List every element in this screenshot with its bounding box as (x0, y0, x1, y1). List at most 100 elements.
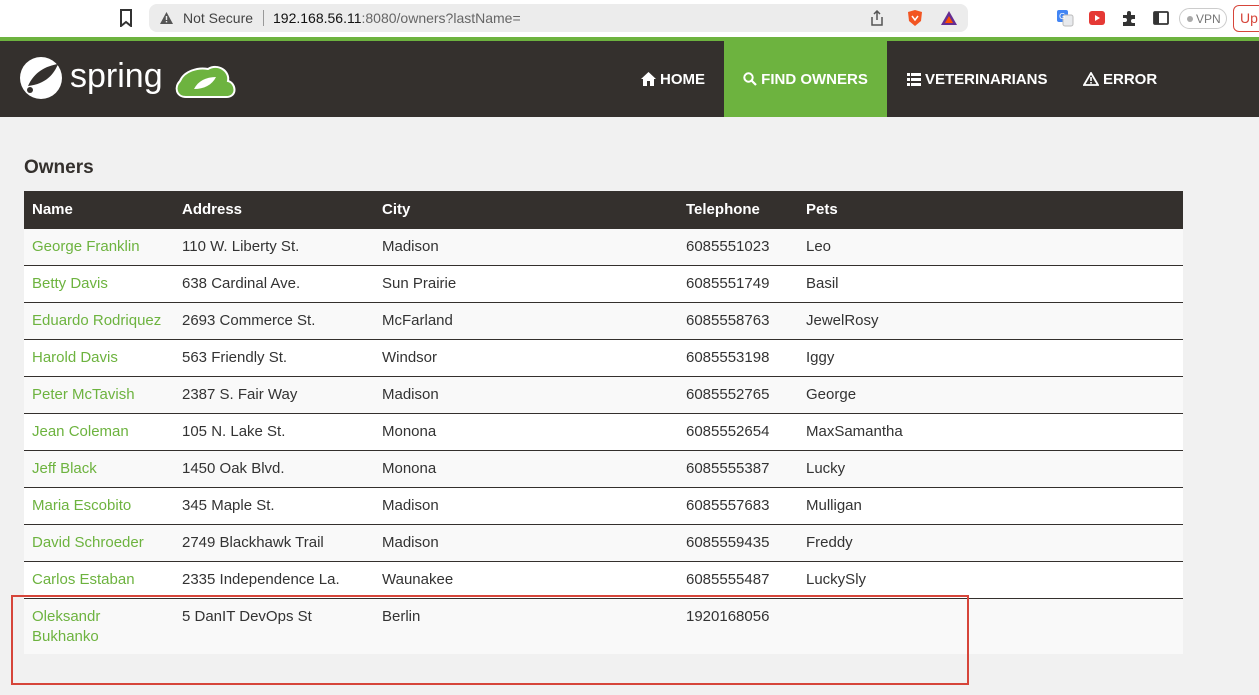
column-header-name: Name (32, 200, 73, 218)
owner-address: 2387 S. Fair Way (174, 375, 374, 413)
nav-veterinarians[interactable]: VETERINARIANS (889, 41, 1066, 117)
owner-pets: Basil (798, 264, 1183, 302)
nav-find-owners[interactable]: FIND OWNERS (724, 41, 887, 117)
owner-name-link[interactable]: Carlos Estaban (24, 560, 174, 598)
translate-icon[interactable]: G (1056, 9, 1074, 27)
owners-table: Name Address City Telephone Pets George … (24, 191, 1183, 654)
owner-pets: Freddy (798, 523, 1183, 561)
brave-shield-icon[interactable] (906, 9, 924, 27)
page-title: Owners (24, 157, 94, 178)
app-navbar: spring HOME FIND OWNERS VETERINARIANS ER… (0, 37, 1259, 117)
puzzle-icon[interactable] (1120, 9, 1138, 27)
table-row: Carlos Estaban 2335 Independence La. Wauna… (24, 560, 1183, 598)
video-extension-icon[interactable] (1088, 9, 1106, 27)
nav-home[interactable]: HOME (623, 41, 723, 117)
owner-telephone: 6085557683 (678, 486, 798, 524)
owner-telephone: 6085551749 (678, 264, 798, 302)
owner-name-link[interactable]: Peter McTavish (24, 375, 174, 413)
browser-toolbar: Not Secure 192.168.56.11:8080/owners?las… (0, 0, 1259, 37)
table-row: Betty Davis 638 Cardinal Ave. Sun Prairie 6… (24, 264, 1183, 302)
owner-pets: Mulligan (798, 486, 1183, 524)
warning-icon (1083, 72, 1099, 86)
table-row: Jean Coleman 105 N. Lake St. Monona 6085552… (24, 412, 1183, 450)
owner-pets: Iggy (798, 338, 1183, 376)
owner-city: Windsor (374, 338, 678, 376)
owner-name-link[interactable]: Maria Escobito (24, 486, 174, 524)
owner-telephone: 6085552765 (678, 375, 798, 413)
svg-text:G: G (1059, 12, 1065, 21)
owner-pets: George (798, 375, 1183, 413)
owner-name-link[interactable]: Harold Davis (24, 338, 174, 376)
owner-telephone: 6085555387 (678, 449, 798, 487)
owner-city: Monona (374, 449, 678, 487)
owner-pets: JewelRosy (798, 301, 1183, 339)
owner-city: Madison (374, 523, 678, 561)
owner-address: 105 N. Lake St. (174, 412, 374, 450)
owner-city: Sun Prairie (374, 264, 678, 302)
svg-text:spring: spring (70, 57, 163, 95)
nav-error-label: ERROR (1103, 70, 1158, 88)
owner-city: McFarland (374, 301, 678, 339)
table-row: Jeff Black 1450 Oak Blvd. Monona 6085555387… (24, 449, 1183, 487)
owner-pets: MaxSamantha (798, 412, 1183, 450)
bookmark-icon[interactable] (119, 9, 133, 27)
url-text[interactable]: 192.168.56.11:8080/owners?lastName= (273, 10, 521, 26)
owner-telephone: 6085551023 (678, 227, 798, 265)
owner-address: 563 Friendly St. (174, 338, 374, 376)
owner-telephone: 6085559435 (678, 523, 798, 561)
table-row: David Schroeder 2749 Blackhawk Trail Madis… (24, 523, 1183, 561)
owner-name-link[interactable]: Jean Coleman (24, 412, 174, 450)
column-header-pets: Pets (806, 200, 838, 218)
security-label[interactable]: Not Secure (183, 10, 253, 26)
table-row: Maria Escobito 345 Maple St. Madison 608555… (24, 486, 1183, 524)
table-row: Peter McTavish 2387 S. Fair Way Madison 608… (24, 375, 1183, 413)
table-row: Harold Davis 563 Friendly St. Windsor 60855… (24, 338, 1183, 376)
table-row: George Franklin 110 W. Liberty St. Madison… (24, 227, 1183, 265)
share-icon[interactable] (870, 10, 884, 26)
sidebar-icon[interactable] (1152, 9, 1170, 27)
address-bar[interactable]: Not Secure 192.168.56.11:8080/owners?las… (149, 4, 968, 32)
column-header-city: City (382, 200, 411, 218)
url-divider (263, 10, 264, 26)
table-header-row: Name Address City Telephone Pets (24, 191, 1183, 228)
nav-error[interactable]: ERROR (1065, 41, 1175, 117)
owner-city: Madison (374, 486, 678, 524)
owner-city: Madison (374, 227, 678, 265)
update-button[interactable]: Up (1233, 5, 1259, 32)
list-icon (907, 72, 921, 86)
owner-telephone: 6085552654 (678, 412, 798, 450)
owner-name-link[interactable]: David Schroeder (24, 523, 174, 561)
search-icon (743, 72, 757, 86)
owner-telephone: 6085555487 (678, 560, 798, 598)
vpn-button[interactable]: VPN (1179, 8, 1227, 29)
owner-address: 110 W. Liberty St. (174, 227, 374, 265)
owner-address: 345 Maple St. (174, 486, 374, 524)
owner-name-link[interactable]: George Franklin (24, 227, 174, 265)
owner-address: 2335 Independence La. (174, 560, 374, 598)
owner-name-link[interactable]: Jeff Black (24, 449, 174, 487)
owner-city: Waunakee (374, 560, 678, 598)
owner-address: 638 Cardinal Ave. (174, 264, 374, 302)
owner-address: 2693 Commerce St. (174, 301, 374, 339)
owner-telephone: 6085553198 (678, 338, 798, 376)
owner-pets: Lucky (798, 449, 1183, 487)
owner-city: Madison (374, 375, 678, 413)
bat-rewards-icon[interactable] (940, 10, 958, 26)
warning-icon[interactable] (159, 11, 174, 25)
owner-address: 2749 Blackhawk Trail (174, 523, 374, 561)
owner-address: 1450 Oak Blvd. (174, 449, 374, 487)
home-icon (641, 72, 656, 86)
owner-pets: LuckySly (798, 560, 1183, 598)
nav-veterinarians-label: VETERINARIANS (925, 70, 1048, 88)
owner-name-link[interactable]: Betty Davis (24, 264, 174, 302)
spring-logo[interactable]: spring (18, 53, 248, 103)
column-header-telephone: Telephone (686, 200, 760, 218)
owner-city: Monona (374, 412, 678, 450)
nav-home-label: HOME (660, 70, 705, 88)
owner-telephone: 6085558763 (678, 301, 798, 339)
table-row: Eduardo Rodriquez 2693 Commerce St. McFarl… (24, 301, 1183, 339)
highlight-annotation-box (11, 595, 969, 685)
vpn-status-icon (1187, 16, 1193, 22)
owner-pets: Leo (798, 227, 1183, 265)
owner-name-link[interactable]: Eduardo Rodriquez (24, 301, 174, 339)
